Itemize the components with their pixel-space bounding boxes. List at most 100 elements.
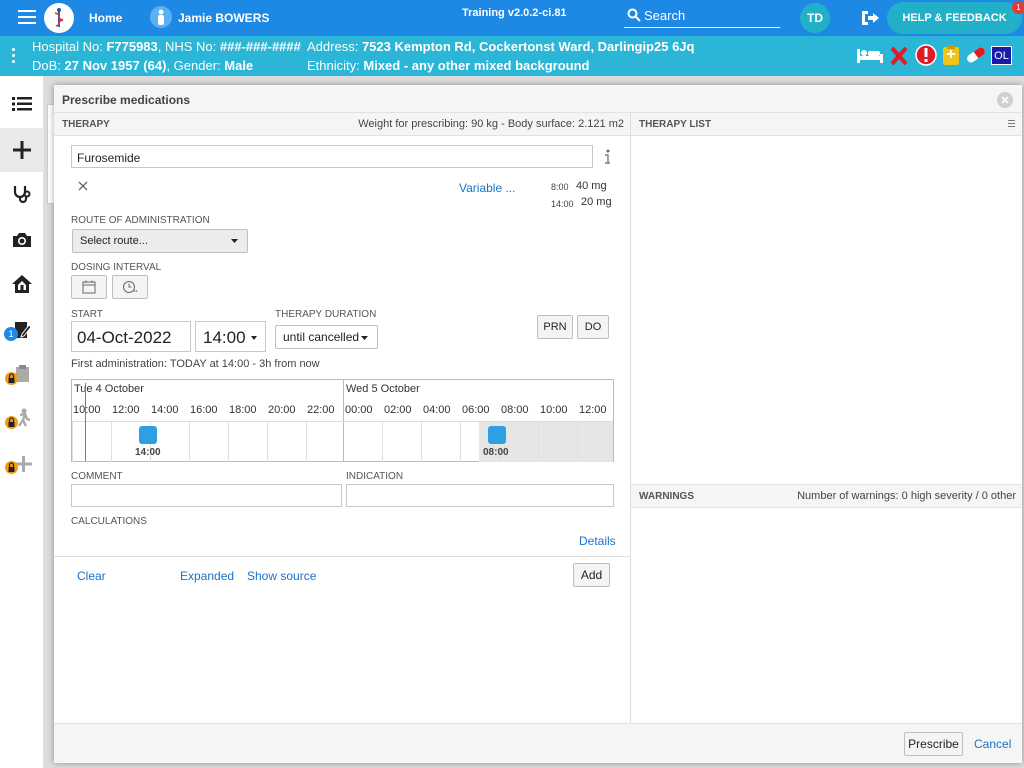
patient-name[interactable]: Jamie BOWERS [178,11,269,25]
therapy-list-title: THERAPY LIST [639,119,712,130]
start-date-value: 04-Oct-2022 [77,328,172,347]
lock-icon [5,461,18,474]
timeline-grid-line [577,422,578,462]
info-icon[interactable] [603,149,611,165]
dropdown-arrow-icon [251,336,257,340]
close-icon[interactable] [997,92,1013,108]
route-label: ROUTE OF ADMINISTRATION [71,215,210,226]
dropdown-arrow-icon [231,239,238,243]
indication-field[interactable] [346,484,614,507]
therapy-title: THERAPY [62,119,110,130]
address: 7523 Kempton Rd, Cockertonst Ward, Darli… [361,39,695,54]
lock-icon [5,372,18,385]
dob: 27 Nov 1957 (64) [64,58,167,73]
help-feedback-button[interactable]: HELP & FEEDBACK [887,2,1022,34]
current-time-line [85,383,86,461]
details-link[interactable]: Details [579,534,616,548]
timeline-day-2: Wed 5 October [346,383,420,395]
timeline-grid-line [421,422,422,462]
pill-icon[interactable] [964,45,988,65]
camera-icon[interactable] [8,226,36,254]
administration-marker-2-time: 08:00 [483,447,509,458]
prescribe-button[interactable]: Prescribe [904,732,963,756]
patient-banner: Hospital No: F775983, NHS No: ###-###-##… [0,36,1024,76]
route-select[interactable]: Select route... [72,229,248,253]
timeline-grid-line [267,422,268,462]
menu-icon[interactable] [18,10,36,24]
app-logo-icon[interactable] [44,3,74,33]
prescribe-button-label: Prescribe [908,737,959,751]
home-link[interactable]: Home [89,11,122,25]
timeline-hour-label: 00:00 [345,404,373,416]
add-nav-item[interactable] [0,128,44,172]
timeline-grid-line [72,422,73,462]
show-source-link[interactable]: Show source [247,569,316,583]
therapy-list-menu-icon[interactable] [1008,120,1015,128]
search-box[interactable]: Search [624,5,780,28]
user-initials: TD [807,11,823,25]
start-time-value: 14:00 [203,328,246,347]
timeline-grid-line [111,422,112,462]
help-badge-count: 1 [1016,3,1021,12]
variable-dose-link[interactable]: Variable ... [459,181,515,195]
user-avatar[interactable]: TD [800,3,830,33]
hospital-no-label: Hospital No: [32,39,103,54]
timeline-hour-label: 10:00 [73,404,101,416]
start-date-field[interactable]: 04-Oct-2022 [71,321,191,352]
start-time-field[interactable]: 14:00 [195,321,266,352]
therapy-header: THERAPY Weight for prescribing: 90 kg - … [54,113,630,136]
lock-icon [5,416,18,429]
clipboard-icon[interactable] [942,44,960,66]
more-options-icon[interactable] [12,48,16,64]
stethoscope-icon[interactable] [8,180,36,208]
timeline-hour-label: 14:00 [151,404,179,416]
ol-badge-label: OL [994,49,1009,62]
dob-label: DoB: [32,58,61,73]
timeline-grid-line [538,422,539,462]
house-icon[interactable] [8,270,36,298]
timeline-hour-label: 18:00 [229,404,257,416]
remove-medication-icon[interactable] [78,181,88,191]
timeline-grid-line [460,422,461,462]
timeline-hour-label: 20:00 [268,404,296,416]
dropdown-arrow-icon [361,336,368,340]
calendar-interval-button[interactable] [71,275,107,299]
red-cross-alert-icon[interactable] [890,46,908,66]
do-label: DO [584,321,602,333]
gender: Male [224,58,254,73]
therapy-list-header: THERAPY LIST [631,113,1022,136]
prn-button[interactable]: PRN [537,315,573,339]
expanded-link[interactable]: Expanded [180,569,234,583]
medication-field[interactable]: Furosemide [71,145,593,168]
version-label: Training v2.0.2-ci.81 [462,7,567,19]
cancel-link[interactable]: Cancel [974,737,1011,751]
form-footer-divider [54,556,630,557]
therapy-duration-select[interactable]: until cancelled [275,325,378,349]
administration-marker-2[interactable] [488,426,506,444]
nhs-no: ###-###-#### [219,39,301,54]
comment-field[interactable] [71,484,342,507]
plus-icon [13,141,31,159]
comment-label: COMMENT [71,471,123,482]
logout-icon[interactable] [860,9,880,27]
timeline-hour-label: 22:00 [307,404,335,416]
calendar-icon [82,280,96,294]
clear-link[interactable]: Clear [77,569,106,583]
dose-amount-1: 40 mg [576,180,607,192]
bed-icon[interactable] [856,46,884,64]
dose-time-2: 14:00 [551,199,574,209]
ethnicity-label: Ethnicity: [307,58,360,73]
add-button[interactable]: Add [573,563,610,587]
add-button-label: Add [580,568,603,582]
list-icon[interactable] [8,90,36,118]
dosing-interval-label: DOSING INTERVAL [71,262,162,273]
clock-interval-button[interactable] [112,275,148,299]
ethnicity: Mixed - any other mixed background [363,58,590,73]
administration-marker-1[interactable] [139,426,157,444]
ol-badge[interactable]: OL [991,46,1012,65]
top-bar: Home Jamie BOWERS Training v2.0.2-ci.81 … [0,0,1024,36]
alert-exclamation-icon[interactable] [915,44,937,66]
gender-label: , Gender: [166,58,221,73]
do-button[interactable]: DO [577,315,609,339]
timeline-hours-day-2: 00:00 02:00 04:00 06:00 08:00 10:00 12:00 [345,404,615,418]
